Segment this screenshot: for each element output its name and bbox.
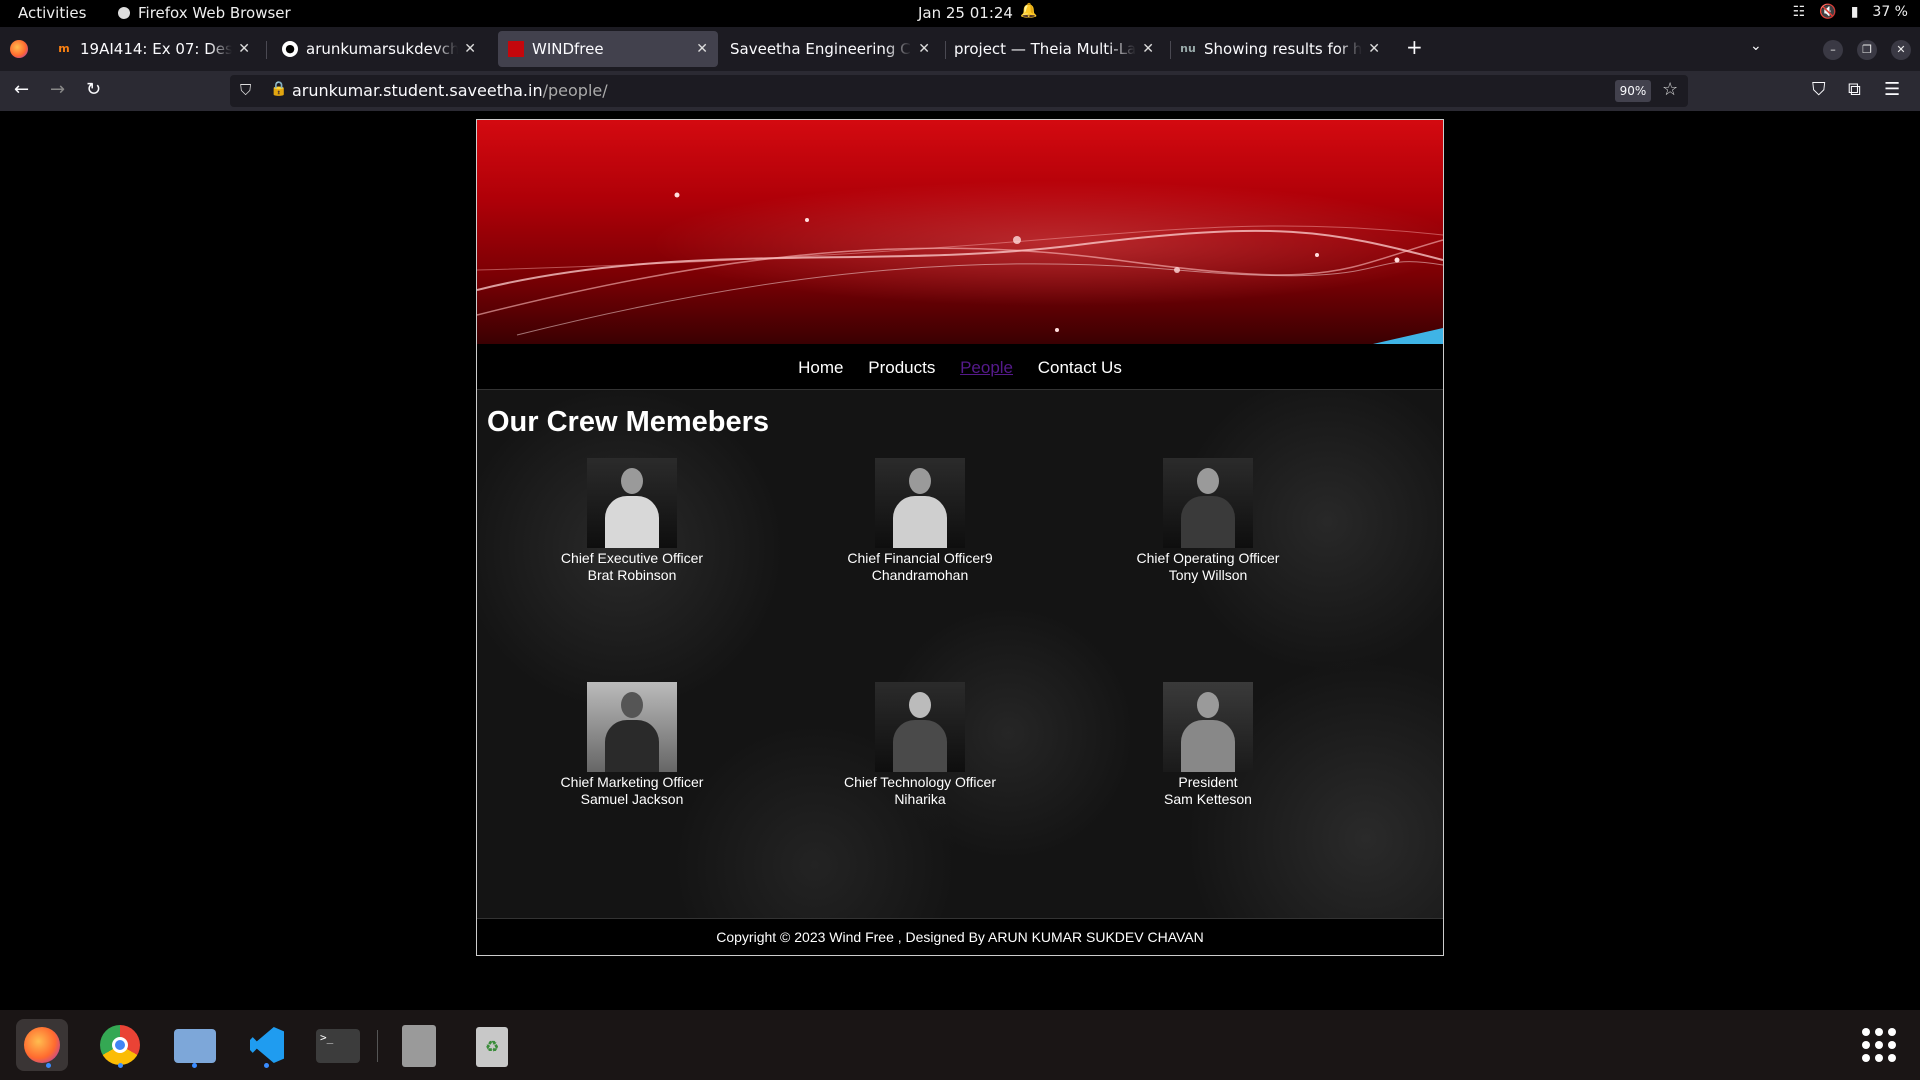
nav-link-contact-us[interactable]: Contact Us (1038, 358, 1122, 377)
battery-icon: ▮ (1850, 4, 1859, 20)
list-all-tabs-chevron-icon[interactable]: ⌄ (1750, 38, 1762, 54)
site-footer: Copyright © 2023 Wind Free , Designed By… (477, 918, 1443, 955)
tab-title: 19AI414: Ex 07: Design a (80, 40, 233, 58)
close-icon[interactable]: ✕ (1142, 41, 1154, 57)
clock[interactable]: Jan 25 01:24 (918, 4, 1013, 22)
app-name-label: Firefox Web Browser (138, 4, 291, 22)
firefox-icon[interactable] (16, 1019, 68, 1071)
tab-github[interactable]: ● arunkumarsukdevchavan ✕ (272, 31, 486, 67)
show-apps-icon[interactable] (1862, 1028, 1896, 1062)
lock-icon[interactable]: 🔒 (270, 81, 287, 97)
member-name: Samuel Jackson (580, 791, 684, 807)
member-role: Chief Operating Officer (1136, 550, 1280, 566)
notification-bell-icon: 🔔 (1020, 3, 1038, 19)
member-name: Tony Willson (1168, 567, 1248, 583)
hamburger-menu-icon[interactable]: ☰ (1884, 79, 1900, 100)
close-icon[interactable]: ✕ (918, 41, 930, 57)
close-icon[interactable]: ✕ (464, 41, 476, 57)
reload-icon[interactable]: ↻ (86, 79, 101, 100)
moodle-icon: m (58, 42, 70, 55)
battery-percentage: 37 % (1872, 4, 1908, 20)
banner-light-streaks (477, 192, 1443, 344)
tab-title: arunkumarsukdevchavan (306, 40, 459, 58)
firefox-small-icon (118, 7, 130, 19)
zoom-level-badge[interactable]: 90% (1615, 80, 1651, 102)
member-photo (875, 458, 965, 548)
bookmark-star-icon[interactable]: ☆ (1662, 79, 1678, 100)
member-card: Chief Marketing Officer Samuel Jackson (512, 682, 752, 808)
tab-title: Showing results for http (1204, 40, 1363, 58)
tab-moodle[interactable]: m 19AI414: Ex 07: Design a ✕ (46, 31, 260, 67)
back-arrow-icon[interactable]: ← (14, 79, 29, 100)
member-photo (1163, 682, 1253, 772)
trash-icon[interactable]: ♻ (464, 1019, 516, 1071)
site-container: Home Products People Contact Us Our Crew… (476, 119, 1444, 956)
page-viewport: Home Products People Contact Us Our Crew… (0, 111, 1920, 1010)
minimize-button[interactable]: – (1823, 40, 1843, 60)
member-card: Chief Financial Officer9 Chandramohan (800, 458, 1040, 584)
member-card: Chief Executive Officer Brat Robinson (512, 458, 752, 584)
system-top-bar: Activities Firefox Web Browser Jan 25 01… (0, 0, 1920, 27)
url-path: /people/ (542, 81, 608, 100)
member-role: Chief Financial Officer9 (847, 550, 993, 566)
tab-strip: m 19AI414: Ex 07: Design a ✕ ● arunkumar… (0, 27, 1920, 71)
member-photo (587, 682, 677, 772)
navigation-toolbar: ← → ↻ ⛉ 🔒 arunkumar.student.saveetha.in/… (0, 71, 1920, 111)
tab-search-results[interactable]: nu Showing results for http ✕ (1170, 31, 1390, 67)
member-name: Sam Ketteson (1164, 791, 1252, 807)
member-role: Chief Technology Officer (843, 774, 996, 790)
network-icon: ☷ (1792, 4, 1806, 20)
github-icon: ● (282, 41, 298, 57)
firefox-view-icon[interactable] (10, 40, 28, 58)
tracking-shield-icon[interactable]: ⛉ (240, 81, 251, 99)
member-name: Brat Robinson (587, 567, 677, 583)
close-icon[interactable]: ✕ (1368, 41, 1380, 57)
site-nav: Home Products People Contact Us (477, 344, 1443, 390)
tab-theia[interactable]: project — Theia Multi-Langu ✕ (944, 31, 1164, 67)
member-card: President Sam Ketteson (1088, 682, 1328, 808)
restore-button[interactable]: ❐ (1857, 40, 1877, 60)
member-card: Chief Technology Officer Niharika (800, 682, 1040, 808)
terminal-icon[interactable]: >_ (312, 1019, 364, 1071)
close-window-button[interactable]: ✕ (1891, 40, 1911, 60)
extensions-icon[interactable]: ⧉ (1848, 79, 1861, 100)
member-role: Chief Marketing Officer (560, 774, 704, 790)
url-text[interactable]: arunkumar.student.saveetha.in/people/ (292, 81, 608, 100)
close-icon[interactable]: ✕ (238, 41, 250, 57)
member-photo (875, 682, 965, 772)
member-photo (1163, 458, 1253, 548)
activities-button[interactable]: Activities (18, 4, 86, 22)
pocket-icon[interactable]: ⛉ (1812, 79, 1826, 100)
member-name: Chandramohan (871, 567, 969, 583)
crew-section: Our Crew Memebers Chief Executive Office… (477, 390, 1443, 918)
tab-saveetha[interactable]: Saveetha Engineering Colleg ✕ (720, 31, 940, 67)
tab-windfree[interactable]: WINDfree ✕ (498, 31, 718, 67)
new-tab-button[interactable]: + (1406, 35, 1423, 59)
tab-title: Saveetha Engineering Colleg (730, 40, 912, 58)
nav-link-people[interactable]: People (960, 358, 1013, 377)
page-title: Our Crew Memebers (487, 406, 770, 438)
header-banner (477, 120, 1443, 344)
member-role: Chief Executive Officer (560, 550, 704, 566)
nav-link-home[interactable]: Home (798, 358, 843, 377)
close-icon[interactable]: ✕ (696, 41, 708, 57)
system-tray[interactable]: ☷ 🔇 ▮ 37 % (1793, 4, 1908, 20)
nav-link-products[interactable]: Products (868, 358, 935, 377)
tab-title: WINDfree (532, 40, 604, 58)
url-domain: arunkumar.student.saveetha.in (292, 81, 543, 100)
nu-icon: nu (1180, 42, 1196, 55)
member-photo (587, 458, 677, 548)
url-bar[interactable]: ⛉ 🔒 arunkumar.student.saveetha.in/people… (230, 75, 1688, 107)
volume-muted-icon: 🔇 (1819, 4, 1837, 20)
drive-icon[interactable] (392, 1019, 444, 1071)
member-role: President (1178, 774, 1238, 790)
tab-title: project — Theia Multi-Langu (954, 40, 1137, 58)
forward-arrow-icon[interactable]: → (50, 79, 65, 100)
app-menu[interactable]: Firefox Web Browser (118, 4, 291, 22)
windfree-icon (508, 41, 524, 57)
dock: >_ ♻ (0, 1010, 1920, 1080)
member-card: Chief Operating Officer Tony Willson (1088, 458, 1328, 584)
member-name: Niharika (894, 791, 946, 807)
